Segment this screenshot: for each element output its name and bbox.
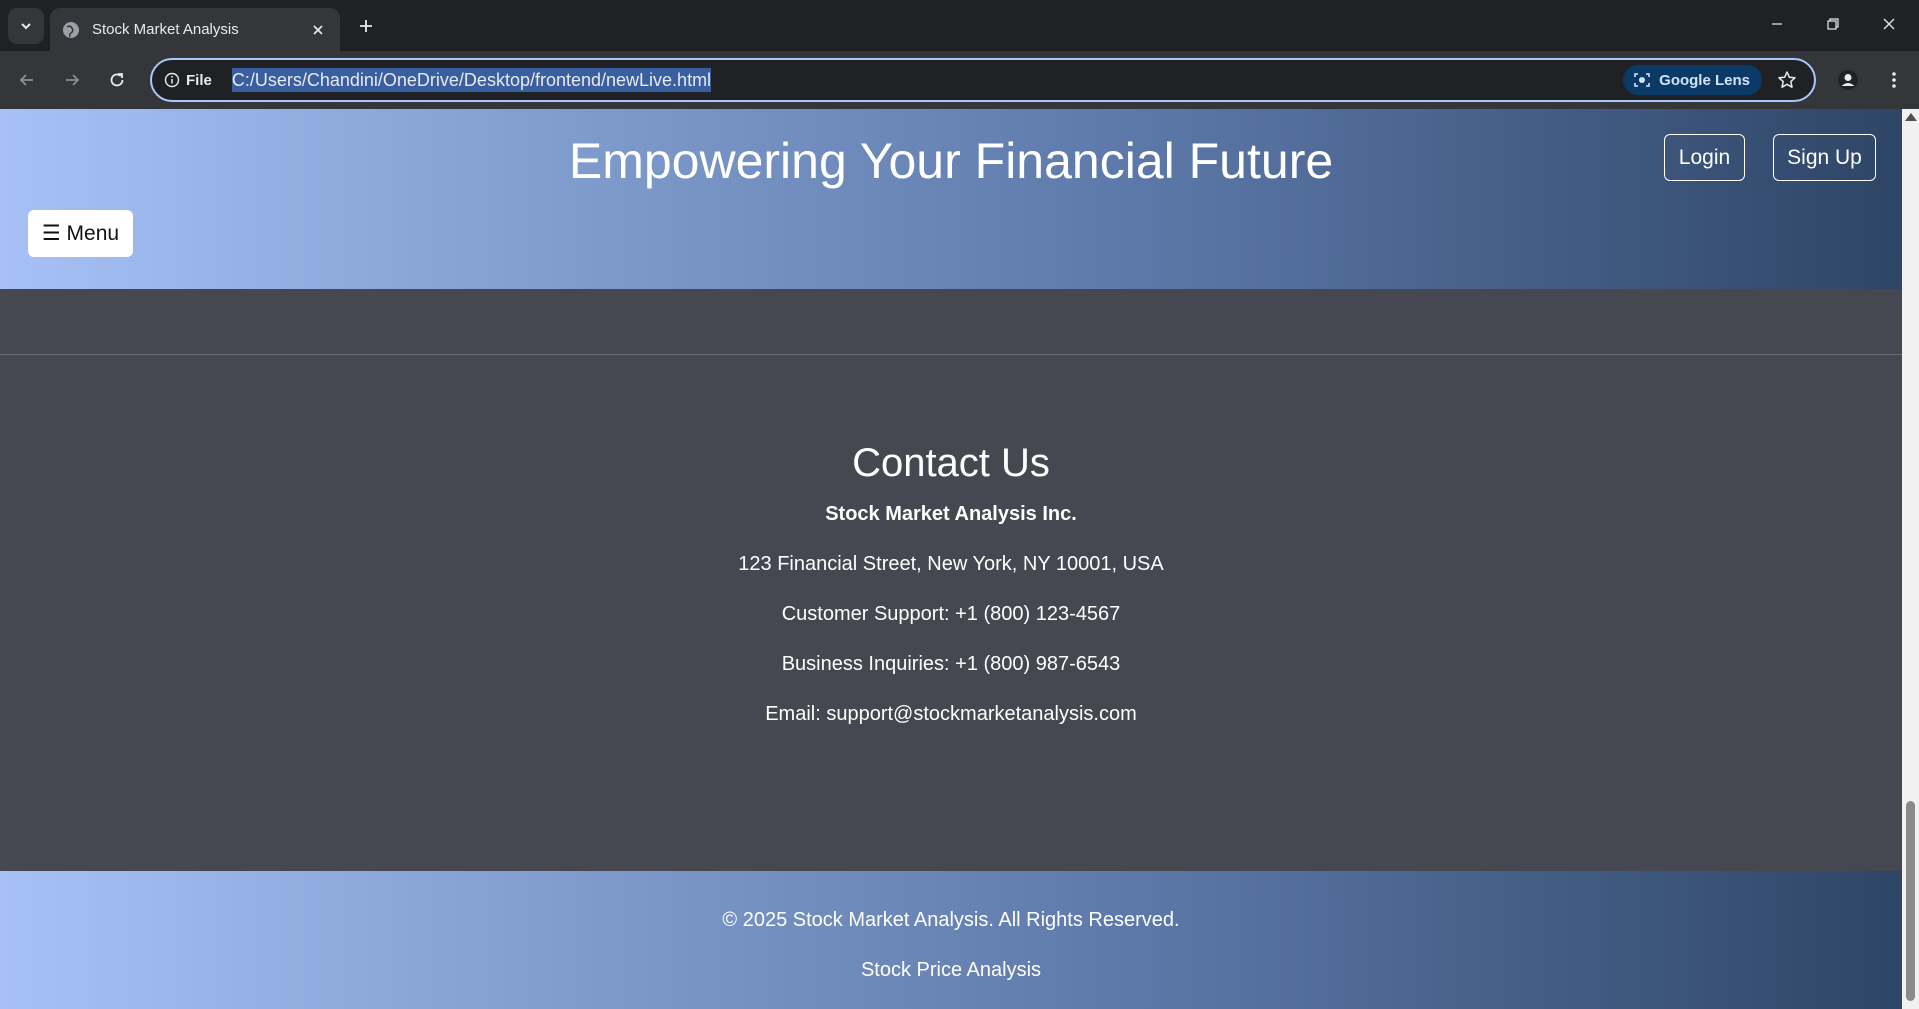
globe-icon [62, 21, 80, 39]
plus-icon [360, 20, 372, 32]
signup-button[interactable]: Sign Up [1773, 134, 1876, 181]
business-inquiries-phone: Business Inquiries: +1 (800) 987-6543 [781, 653, 1121, 675]
new-tab-button[interactable] [352, 12, 380, 40]
address-bar[interactable]: File C:/Users/Chandini/OneDrive/Desktop/… [150, 58, 1816, 102]
contact-section: Contact Us Stock Market Analysis Inc. 12… [0, 439, 1902, 727]
menu-button[interactable]: ☰ Menu [28, 210, 133, 257]
browser-tab[interactable]: Stock Market Analysis [50, 8, 340, 51]
url-text[interactable]: C:/Users/Chandini/OneDrive/Desktop/front… [231, 68, 712, 92]
site-info-label: File [186, 71, 212, 89]
browser-tabstrip: Stock Market Analysis [0, 0, 1919, 51]
camera-search-icon [1634, 73, 1650, 87]
close-icon [1883, 18, 1895, 30]
google-lens-button[interactable]: Google Lens [1623, 65, 1762, 95]
person-icon [1838, 70, 1858, 90]
tab-title: Stock Market Analysis [92, 21, 239, 38]
page-title: Empowering Your Financial Future [568, 133, 1334, 189]
site-header: Empowering Your Financial Future Login S… [0, 109, 1902, 289]
close-window-button[interactable] [1861, 0, 1917, 48]
footer-link-stock-price-analysis[interactable]: Stock Price Analysis [0, 957, 1902, 983]
restore-icon [1827, 18, 1839, 30]
minimize-button[interactable] [1749, 0, 1805, 48]
star-icon [1778, 71, 1796, 88]
site-footer: © 2025 Stock Market Analysis. All Rights… [0, 871, 1902, 1009]
browser-toolbar: File C:/Users/Chandini/OneDrive/Desktop/… [0, 51, 1919, 109]
back-button[interactable] [11, 64, 43, 96]
forward-button[interactable] [56, 64, 88, 96]
contact-heading: Contact Us [852, 441, 1050, 485]
info-icon [164, 72, 180, 88]
contact-email: Email: support@stockmarketanalysis.com [765, 703, 1137, 725]
arrow-right-icon [66, 74, 80, 86]
customer-support-phone: Customer Support: +1 (800) 123-4567 [781, 603, 1121, 625]
profile-button[interactable] [1832, 64, 1864, 96]
page: Empowering Your Financial Future Login S… [0, 109, 1902, 1009]
reload-icon [110, 73, 124, 87]
contact-address: 123 Financial Street, New York, NY 10001… [738, 553, 1164, 575]
login-button[interactable]: Login [1664, 134, 1745, 181]
page-scrollbar[interactable] [1902, 109, 1919, 1009]
minimize-icon [1772, 23, 1782, 25]
arrow-left-icon [19, 74, 33, 86]
bookmark-button[interactable] [1774, 67, 1800, 93]
reload-button[interactable] [101, 64, 133, 96]
page-viewport: Empowering Your Financial Future Login S… [0, 109, 1919, 1009]
kebab-icon [1892, 72, 1896, 88]
more-menu-button[interactable] [1878, 64, 1910, 96]
tab-search-button[interactable] [8, 8, 44, 44]
company-name: Stock Market Analysis Inc. [825, 503, 1077, 525]
google-lens-label: Google Lens [1659, 71, 1750, 89]
copyright-text: © 2025 Stock Market Analysis. All Rights… [722, 909, 1180, 931]
section-divider [0, 354, 1902, 355]
restore-button[interactable] [1805, 0, 1861, 48]
site-info-chip[interactable]: File [164, 72, 212, 89]
scroll-up-icon[interactable] [1905, 113, 1917, 121]
chevron-down-icon [21, 23, 31, 30]
close-icon[interactable] [308, 20, 328, 40]
scrollbar-thumb[interactable] [1906, 801, 1915, 1001]
